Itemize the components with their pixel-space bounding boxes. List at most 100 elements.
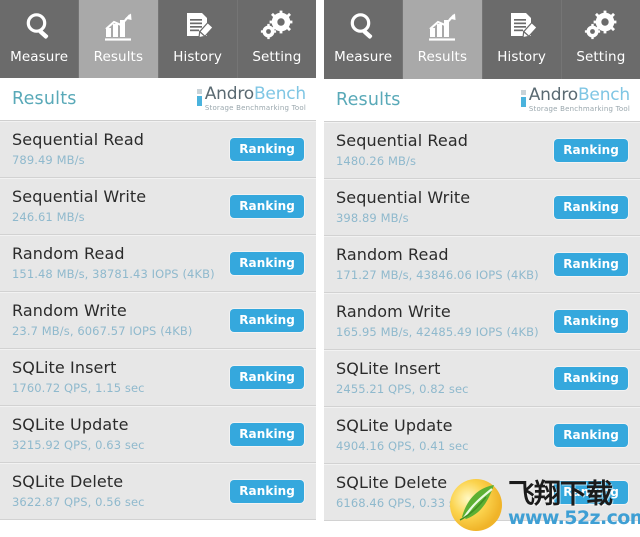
nav-tab-results[interactable]: Results bbox=[79, 0, 159, 78]
nav-tab-setting-label: Setting bbox=[576, 49, 626, 65]
benchmark-name: SQLite Delete bbox=[336, 473, 448, 493]
benchmark-value: 398.89 MB/s bbox=[336, 210, 409, 225]
logo-text: AndroBench Storage Benchmarking Tool bbox=[205, 86, 306, 112]
table-row: Sequential Read 789.49 MB/s Ranking bbox=[0, 121, 316, 178]
nav-tab-history-label: History bbox=[173, 49, 222, 65]
gear-icon bbox=[582, 8, 620, 46]
row-text: Random Write 165.95 MB/s, 42485.49 IOPS … bbox=[336, 302, 539, 339]
row-text: SQLite Delete 6168.46 QPS, 0.33 sec bbox=[336, 473, 469, 510]
nav-tab-measure-label: Measure bbox=[334, 49, 393, 65]
benchmark-name: SQLite Update bbox=[336, 416, 453, 436]
ranking-button[interactable]: Ranking bbox=[230, 365, 304, 389]
table-row: SQLite Insert 1760.72 QPS, 1.15 sec Rank… bbox=[0, 349, 316, 406]
benchmark-name: SQLite Delete bbox=[12, 472, 124, 492]
gear-icon bbox=[258, 8, 296, 46]
device-panel-right: Measure Results History Setting Results … bbox=[324, 0, 640, 537]
history-icon bbox=[503, 8, 541, 46]
benchmark-name: Random Read bbox=[12, 244, 125, 264]
search-icon bbox=[20, 8, 58, 46]
results-header-right: Results AndroBench Storage Benchmarking … bbox=[324, 79, 640, 121]
benchmark-value: 4904.16 QPS, 0.41 sec bbox=[336, 438, 469, 453]
nav-tab-history-label: History bbox=[497, 49, 546, 65]
nav-tab-measure[interactable]: Measure bbox=[0, 0, 80, 78]
benchmark-value: 23.7 MB/s, 6067.57 IOPS (4KB) bbox=[12, 323, 193, 338]
ranking-button[interactable]: Ranking bbox=[230, 308, 304, 332]
benchmark-name: Sequential Read bbox=[12, 130, 145, 150]
ranking-button[interactable]: Ranking bbox=[230, 251, 304, 275]
top-navigation-bar-right: Measure Results History Setting bbox=[324, 0, 640, 79]
nav-tab-history[interactable]: History bbox=[482, 0, 562, 79]
ranking-button[interactable]: Ranking bbox=[554, 195, 628, 219]
logo-mark-icon bbox=[520, 90, 526, 107]
page-title: Results bbox=[12, 89, 77, 109]
ranking-button[interactable]: Ranking bbox=[230, 194, 304, 218]
ranking-button[interactable]: Ranking bbox=[554, 480, 628, 504]
ranking-button[interactable]: Ranking bbox=[230, 422, 304, 446]
ranking-button[interactable]: Ranking bbox=[554, 309, 628, 333]
logo-wordmark: AndroBench bbox=[205, 86, 306, 103]
benchmark-name: SQLite Update bbox=[12, 415, 129, 435]
benchmark-name: Sequential Write bbox=[12, 187, 147, 207]
history-icon bbox=[179, 8, 217, 46]
ranking-button[interactable]: Ranking bbox=[554, 138, 628, 162]
nav-tab-results-label: Results bbox=[417, 49, 468, 65]
search-icon bbox=[344, 8, 382, 46]
row-text: SQLite Update 4904.16 QPS, 0.41 sec bbox=[336, 416, 469, 453]
ranking-button[interactable]: Ranking bbox=[554, 252, 628, 276]
row-text: SQLite Delete 3622.87 QPS, 0.56 sec bbox=[12, 472, 145, 509]
screenshot-root: Measure Results History Setting Results … bbox=[0, 0, 640, 537]
ranking-button[interactable]: Ranking bbox=[230, 479, 304, 503]
nav-tab-setting[interactable]: Setting bbox=[561, 0, 640, 79]
benchmark-value: 151.48 MB/s, 38781.43 IOPS (4KB) bbox=[12, 266, 215, 281]
table-row: Sequential Write 398.89 MB/s Ranking bbox=[324, 179, 640, 236]
benchmark-name: Random Write bbox=[12, 301, 127, 321]
nav-tab-setting-label: Setting bbox=[252, 49, 302, 65]
benchmark-value: 1760.72 QPS, 1.15 sec bbox=[12, 380, 145, 395]
table-row: Random Write 165.95 MB/s, 42485.49 IOPS … bbox=[324, 293, 640, 350]
row-text: Sequential Read 1480.26 MB/s bbox=[336, 131, 469, 167]
nav-tab-history[interactable]: History bbox=[158, 0, 238, 78]
nav-tab-setting[interactable]: Setting bbox=[237, 0, 316, 78]
benchmark-name: Random Read bbox=[336, 245, 449, 265]
row-text: Sequential Read 789.49 MB/s bbox=[12, 130, 145, 166]
chart-icon bbox=[423, 8, 461, 46]
benchmark-value: 6168.46 QPS, 0.33 sec bbox=[336, 495, 469, 510]
benchmark-name: Random Write bbox=[336, 302, 451, 322]
benchmark-name: Sequential Write bbox=[336, 188, 471, 208]
benchmark-name: Sequential Read bbox=[336, 131, 469, 151]
table-row: SQLite Delete 6168.46 QPS, 0.33 sec Rank… bbox=[324, 464, 640, 521]
table-row: SQLite Insert 2455.21 QPS, 0.82 sec Rank… bbox=[324, 350, 640, 407]
benchmark-value: 171.27 MB/s, 43846.06 IOPS (4KB) bbox=[336, 267, 539, 282]
benchmark-value: 2455.21 QPS, 0.82 sec bbox=[336, 381, 469, 396]
logo-word-bench: Bench bbox=[253, 84, 306, 104]
benchmark-value: 3215.92 QPS, 0.63 sec bbox=[12, 437, 145, 452]
ranking-button[interactable]: Ranking bbox=[554, 423, 628, 447]
ranking-button[interactable]: Ranking bbox=[554, 366, 628, 390]
table-row: SQLite Update 4904.16 QPS, 0.41 sec Rank… bbox=[324, 407, 640, 464]
nav-tab-results[interactable]: Results bbox=[403, 0, 483, 79]
row-text: SQLite Insert 1760.72 QPS, 1.15 sec bbox=[12, 358, 145, 395]
logo-subtitle: Storage Benchmarking Tool bbox=[204, 104, 306, 112]
row-text: Random Read 151.48 MB/s, 38781.43 IOPS (… bbox=[12, 244, 215, 281]
results-header-left: Results AndroBench Storage Benchmarking … bbox=[0, 78, 316, 120]
benchmark-value: 246.61 MB/s bbox=[12, 209, 85, 224]
nav-tab-measure-label: Measure bbox=[10, 49, 69, 65]
nav-tab-results-label: Results bbox=[93, 49, 144, 65]
device-panel-left: Measure Results History Setting Results … bbox=[0, 0, 316, 537]
ranking-button[interactable]: Ranking bbox=[230, 137, 304, 161]
benchmark-value: 3622.87 QPS, 0.56 sec bbox=[12, 494, 145, 509]
androbench-logo: AndroBench Storage Benchmarking Tool bbox=[196, 86, 306, 112]
row-text: Random Write 23.7 MB/s, 6067.57 IOPS (4K… bbox=[12, 301, 193, 338]
benchmark-name: SQLite Insert bbox=[12, 358, 117, 378]
row-text: SQLite Update 3215.92 QPS, 0.63 sec bbox=[12, 415, 145, 452]
table-row: Sequential Write 246.61 MB/s Ranking bbox=[0, 178, 316, 235]
benchmark-value: 165.95 MB/s, 42485.49 IOPS (4KB) bbox=[336, 324, 539, 339]
logo-word-bench: Bench bbox=[577, 85, 630, 105]
nav-tab-measure[interactable]: Measure bbox=[324, 0, 404, 79]
logo-subtitle: Storage Benchmarking Tool bbox=[528, 105, 630, 113]
page-title: Results bbox=[336, 90, 401, 110]
table-row: Random Read 151.48 MB/s, 38781.43 IOPS (… bbox=[0, 235, 316, 292]
logo-wordmark: AndroBench bbox=[529, 87, 630, 104]
table-row: Random Write 23.7 MB/s, 6067.57 IOPS (4K… bbox=[0, 292, 316, 349]
top-navigation-bar-left: Measure Results History Setting bbox=[0, 0, 316, 78]
